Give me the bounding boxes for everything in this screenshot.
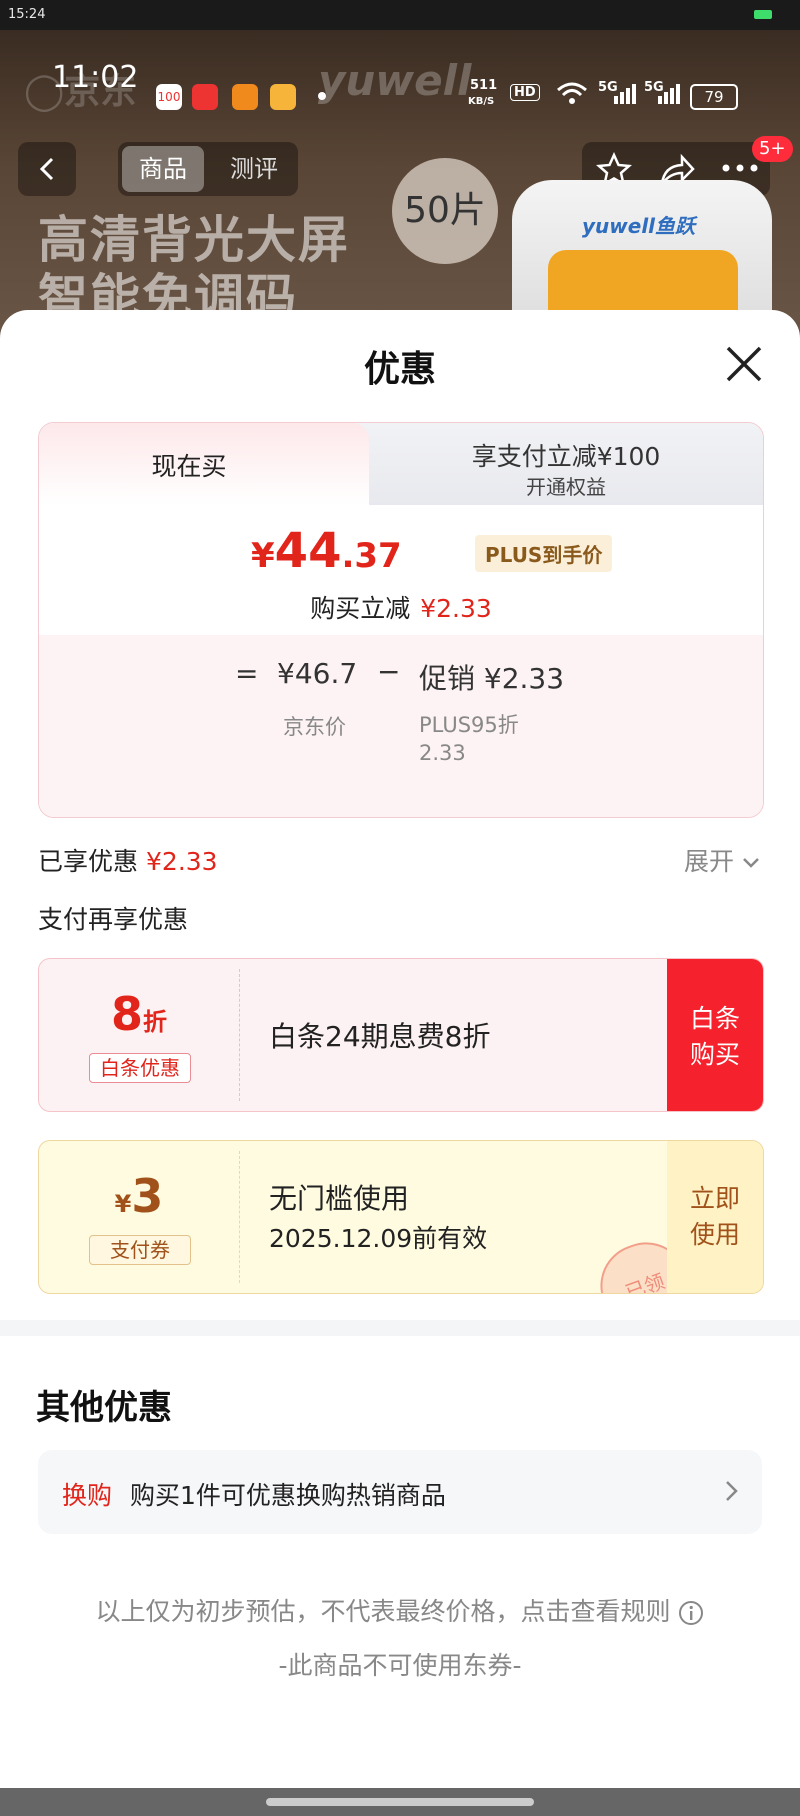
jd-price-label: 京东价: [283, 715, 346, 739]
jd-price: ¥46.7: [277, 657, 358, 690]
price-card: 现在买 享支付立减¥100 开通权益 ¥44.37 PLUS到手价 购买立减 ¥2…: [38, 422, 764, 818]
coupon-description: 白条24期息费8折: [269, 1020, 491, 1053]
home-indicator[interactable]: [266, 1798, 534, 1806]
equals-sign: =: [235, 657, 259, 690]
chevron-right-icon: [726, 1481, 738, 1501]
product-page-backdrop: ◯京东 11:02 100 yuwell 511 KB/S HD 5G 5G 7…: [0, 30, 800, 340]
section-divider: [0, 1320, 800, 1336]
more-icon[interactable]: [720, 162, 760, 174]
enjoyed-discount: 已享优惠 ¥2.33: [38, 847, 218, 876]
use-now-button[interactable]: 立即 使用: [667, 1141, 763, 1293]
coupon-value: 8折: [110, 987, 167, 1041]
final-price-box: ¥44.37 PLUS到手价 购买立减 ¥2.33: [39, 505, 763, 635]
final-price: ¥44.37: [251, 523, 402, 579]
chevron-left-icon: [39, 157, 54, 181]
signal-bars-icon: [614, 84, 636, 104]
tab-pay-discount-label: 享支付立减¥100: [471, 442, 661, 471]
tab-buy-now[interactable]: 现在买: [39, 423, 369, 505]
tab-buy-now-label: 现在买: [151, 452, 227, 481]
hero-pill: 50片: [392, 158, 498, 264]
trade-in-row[interactable]: 换购 购买1件可优惠换购热销商品: [38, 1450, 762, 1534]
purchase-reduction: 购买立减 ¥2.33: [310, 594, 492, 623]
gesture-bar: [0, 1788, 800, 1816]
minus-sign: −: [377, 655, 401, 688]
coupon-expiry: 2025.12.09前有效: [269, 1224, 488, 1253]
tab-pay-discount-sub: 开通权益: [526, 475, 606, 499]
disclaimer-link[interactable]: 以上仅为初步预估，不代表最终价格，点击查看规则: [0, 1592, 800, 1628]
info-icon: [679, 1601, 704, 1625]
plus-price-tag: PLUS到手价: [475, 535, 613, 572]
more-badge: 5+: [752, 136, 793, 162]
app-battery-level: 79: [690, 84, 738, 110]
tab-review[interactable]: 测评: [216, 146, 292, 192]
device-brand: yuwell鱼跃: [582, 214, 696, 238]
net-speed: 511: [470, 78, 498, 93]
orange-app-icon: [270, 84, 296, 110]
net-speed-unit: KB/S: [468, 96, 495, 107]
jd-100-icon: 100: [156, 84, 182, 110]
signal2-bars-icon: [658, 84, 680, 104]
back-button[interactable]: [18, 142, 76, 196]
baitiao-coupon[interactable]: 8折 白条优惠 白条24期息费8折 白条 购买: [38, 958, 764, 1112]
trade-in-tag: 换购: [62, 1481, 113, 1510]
coupon-divider: [239, 969, 240, 1101]
coupon-value: ¥3: [114, 1169, 164, 1223]
price-tabs: 现在买 享支付立减¥100 开通权益: [39, 423, 763, 505]
calendar-icon: [232, 84, 258, 110]
piggy-icon: [192, 84, 218, 110]
app-status-bar: ◯京东 11:02 100 yuwell 511 KB/S HD 5G 5G 7…: [0, 50, 800, 112]
coupon-value-area: 8折 白条优惠: [39, 959, 239, 1111]
close-icon[interactable]: [724, 344, 764, 384]
header-tabs: 商品 测评: [118, 142, 298, 196]
promo-amount: 促销 ¥2.33: [419, 662, 565, 695]
app-status-time: 11:02: [52, 60, 139, 95]
system-status-bar: 15:24: [0, 0, 800, 30]
yuwell-watermark: yuwell: [318, 56, 472, 105]
price-breakdown: = ¥46.7 − 促销 ¥2.33 京东价 PLUS95折 2.33: [39, 635, 763, 817]
sheet-title: 优惠: [363, 349, 436, 390]
coupon-divider: [239, 1151, 240, 1283]
other-discounts-title: 其他优惠: [36, 1388, 172, 1428]
promo-label: PLUS95折 2.33: [419, 713, 519, 765]
system-time: 15:24: [8, 7, 46, 22]
payment-coupon[interactable]: ¥3 支付券 无门槛使用 2025.12.09前有效 已领 立即 使用: [38, 1140, 764, 1294]
coupon-restriction-note: -此商品不可使用东券-: [278, 1651, 522, 1680]
tab-product[interactable]: 商品: [122, 146, 204, 192]
discount-sheet: 优惠 现在买 享支付立减¥100 开通权益 ¥44.37 PLUS到手价 购买立…: [0, 310, 800, 1788]
trade-in-text: 购买1件可优惠换购热销商品: [130, 1481, 446, 1510]
baitiao-buy-button[interactable]: 白条 购买: [667, 959, 763, 1111]
expand-button[interactable]: 展开: [684, 842, 760, 878]
coupon-tag: 白条优惠: [89, 1053, 191, 1083]
coupon-value-area: ¥3 支付券: [39, 1141, 239, 1293]
battery-icon: [754, 10, 772, 19]
coupon-tag: 支付券: [89, 1235, 191, 1265]
hd-icon: HD: [510, 84, 540, 101]
pay-more-title: 支付再享优惠: [38, 905, 189, 934]
wifi-icon: [557, 82, 587, 104]
coupon-description: 无门槛使用: [269, 1182, 410, 1215]
chevron-down-icon: [743, 858, 759, 868]
